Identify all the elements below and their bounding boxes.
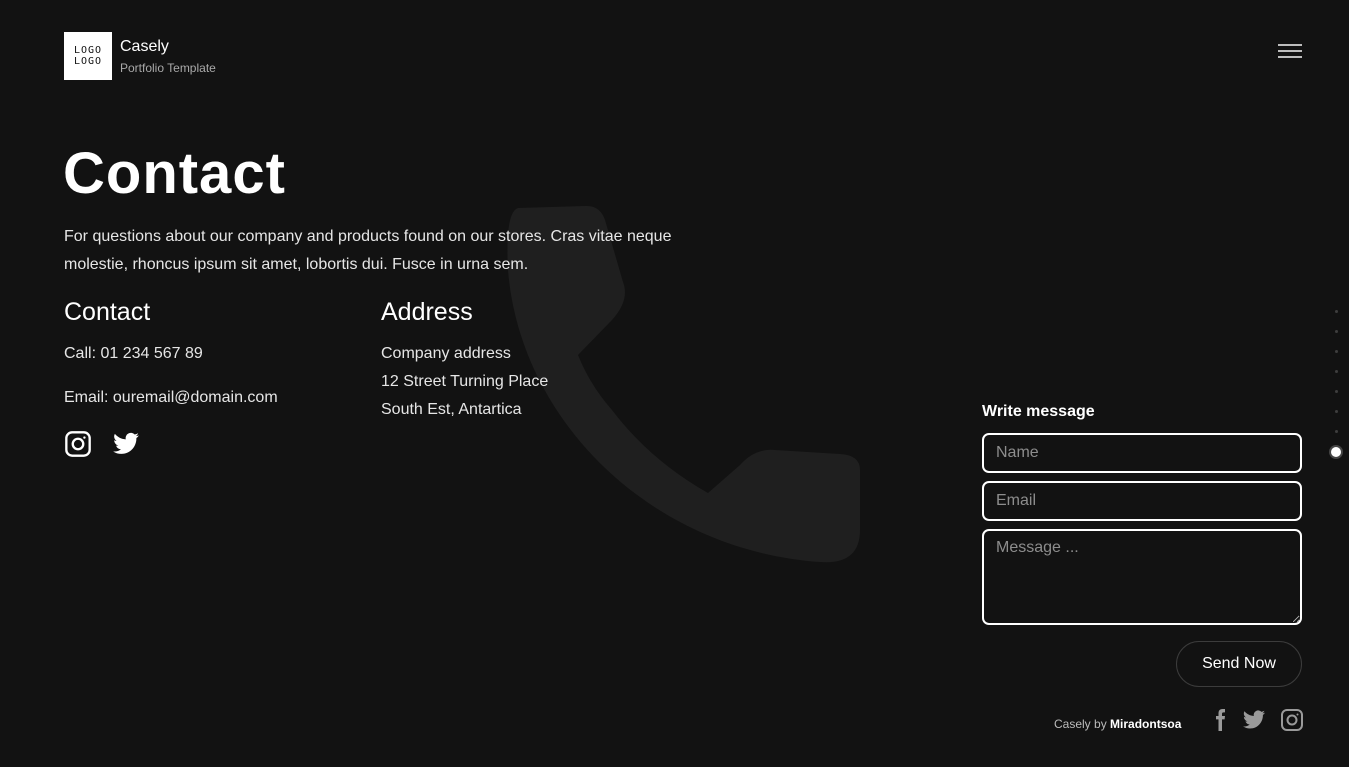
hamburger-icon[interactable] (1278, 44, 1302, 60)
contact-heading: Contact (64, 298, 151, 326)
twitter-icon[interactable] (112, 430, 140, 458)
page-title: Contact (63, 141, 286, 206)
credit-prefix: Casely by (1054, 717, 1107, 731)
name-input[interactable] (982, 433, 1302, 473)
address-heading: Address (381, 298, 473, 326)
logo-text: LOGO (73, 45, 103, 56)
section-dot-active[interactable] (1331, 447, 1341, 457)
twitter-icon[interactable] (1242, 708, 1266, 732)
section-dot[interactable] (1334, 350, 1338, 353)
address-line: Company address (381, 345, 511, 362)
instagram-icon[interactable] (1280, 708, 1304, 732)
address-line: 12 Street Turning Place (381, 373, 549, 390)
email-input[interactable] (982, 481, 1302, 521)
footer-credit: Casely by Miradontsoa (1054, 717, 1181, 731)
section-dot[interactable] (1334, 370, 1338, 373)
credit-author[interactable]: Miradontsoa (1110, 717, 1181, 731)
section-dot[interactable] (1334, 390, 1338, 393)
logo-text: LOGO (73, 56, 103, 67)
contact-email[interactable]: Email: ouremail@domain.com (64, 384, 278, 412)
brand-name: Casely (120, 38, 169, 55)
brand-tagline: Portfolio Template (120, 61, 216, 75)
section-dot[interactable] (1334, 430, 1338, 433)
form-title: Write message (982, 403, 1095, 420)
section-nav (1329, 310, 1343, 474)
section-dot[interactable] (1334, 410, 1338, 413)
message-textarea[interactable] (982, 529, 1302, 625)
facebook-icon[interactable] (1208, 708, 1232, 732)
address-line: South Est, Antartica (381, 401, 522, 418)
contact-phone[interactable]: Call: 01 234 567 89 (64, 340, 203, 368)
instagram-icon[interactable] (64, 430, 92, 458)
logo[interactable]: LOGO LOGO (64, 32, 112, 80)
section-dot[interactable] (1334, 310, 1338, 313)
section-dot[interactable] (1334, 330, 1338, 333)
page-intro: For questions about our company and prod… (64, 228, 672, 273)
send-now-button[interactable]: Send Now (1176, 641, 1302, 687)
